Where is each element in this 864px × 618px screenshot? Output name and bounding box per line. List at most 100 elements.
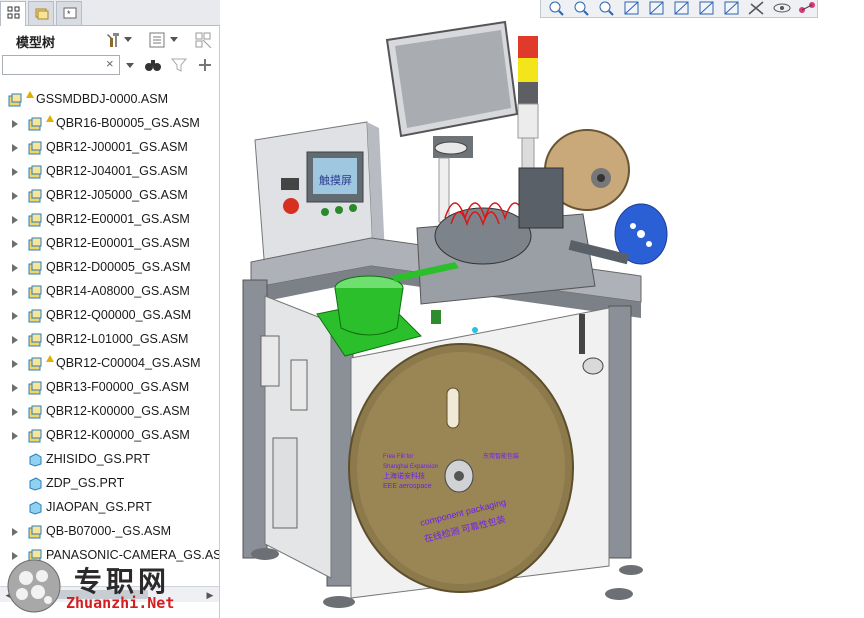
- model-tree-header: 模型树: [0, 28, 220, 54]
- settings-tools-icon[interactable]: [104, 31, 122, 49]
- expand-arrow-icon[interactable]: [12, 312, 18, 320]
- tree-item-label: QBR12-E00001_GS.ASM: [46, 236, 190, 250]
- tree-row[interactable]: QBR12-J04001_GS.ASM: [0, 160, 219, 184]
- assembly-icon: [28, 333, 42, 347]
- add-item-icon[interactable]: [196, 56, 214, 74]
- graphics-viewport[interactable]: 触摸屏 Free Fill for Shanghai Expansion EEE…: [221, 18, 864, 618]
- assembly-icon: [28, 213, 42, 227]
- assembly-icon: [28, 189, 42, 203]
- scroll-right-icon[interactable]: ▶: [203, 589, 217, 601]
- settings-caret-icon[interactable]: [124, 37, 132, 42]
- tree-item-label: QBR12-J00001_GS.ASM: [46, 140, 188, 154]
- tree-row[interactable]: QBR12-C00004_GS.ASM: [0, 352, 219, 376]
- tree-item-label: QBR13-F00000_GS.ASM: [46, 380, 190, 394]
- reel-text-3: Free Fill for: [383, 454, 413, 460]
- expand-arrow-icon[interactable]: [12, 432, 18, 440]
- expand-arrow-icon[interactable]: [12, 240, 18, 248]
- tree-filter-icon[interactable]: [194, 31, 212, 49]
- perspective-icon[interactable]: [720, 0, 744, 17]
- tree-item-label: QBR12-J04001_GS.ASM: [46, 164, 188, 178]
- reel-text-5: EEE aerospace: [383, 483, 432, 490]
- zoom-in-icon[interactable]: [570, 0, 594, 17]
- reel-text-4: Shanghai Expansion: [383, 464, 438, 470]
- refit-icon[interactable]: [545, 0, 569, 17]
- expand-arrow-icon[interactable]: [12, 264, 18, 272]
- tree-row[interactable]: QBR14-A08000_GS.ASM: [0, 280, 219, 304]
- svg-text:*: *: [67, 9, 71, 19]
- show-list-icon[interactable]: [148, 31, 166, 49]
- datum-display-icon[interactable]: [745, 0, 769, 17]
- tree-row[interactable]: ZHISIDO_GS.PRT: [0, 448, 219, 472]
- tree-row[interactable]: QBR12-K00000_GS.ASM: [0, 400, 219, 424]
- tree-item-label: QBR12-K00000_GS.ASM: [46, 428, 190, 442]
- tree-row[interactable]: QBR16-B00005_GS.ASM: [0, 112, 219, 136]
- touchscreen-label: 触摸屏: [319, 173, 352, 187]
- search-history-caret-icon[interactable]: [126, 63, 134, 68]
- annotation-display-icon[interactable]: [770, 0, 794, 17]
- assembly-icon: [28, 525, 42, 539]
- tree-row[interactable]: JIAOPAN_GS.PRT: [0, 496, 219, 520]
- tree-row[interactable]: QB-B07000-_GS.ASM: [0, 520, 219, 544]
- app-window: * 模型树 × GSSMDBDJ-0000.ASM QBR16-B00005_G…: [0, 0, 864, 618]
- expand-arrow-icon[interactable]: [12, 144, 18, 152]
- assembly-icon: [28, 381, 42, 395]
- folder-browser-tab[interactable]: [28, 1, 54, 25]
- tree-row[interactable]: QBR12-J00001_GS.ASM: [0, 136, 219, 160]
- tree-row[interactable]: GSSMDBDJ-0000.ASM: [0, 88, 219, 112]
- expand-arrow-icon[interactable]: [12, 528, 18, 536]
- model-tree-tab[interactable]: [0, 1, 26, 26]
- tree-row[interactable]: QBR12-J05000_GS.ASM: [0, 184, 219, 208]
- favorites-tab[interactable]: *: [56, 1, 82, 25]
- show-caret-icon[interactable]: [170, 37, 178, 42]
- expand-arrow-icon[interactable]: [12, 288, 18, 296]
- assembly-icon: [28, 141, 42, 155]
- tree-item-label: JIAOPAN_GS.PRT: [46, 500, 152, 514]
- tree-search-input[interactable]: [2, 55, 120, 75]
- spin-center-icon[interactable]: [795, 0, 819, 17]
- tree-item-label: QBR14-A08000_GS.ASM: [46, 284, 190, 298]
- tree-row[interactable]: QBR12-Q00000_GS.ASM: [0, 304, 219, 328]
- tree-item-label: QBR12-C00004_GS.ASM: [56, 356, 201, 370]
- tree-row[interactable]: QBR12-D00005_GS.ASM: [0, 256, 219, 280]
- view-manager-icon[interactable]: [645, 0, 669, 17]
- tree-row[interactable]: QBR12-E00001_GS.ASM: [0, 232, 219, 256]
- tree-item-label: QBR12-Q00000_GS.ASM: [46, 308, 192, 322]
- warning-icon: [46, 115, 54, 122]
- tree-row[interactable]: QBR13-F00000_GS.ASM: [0, 376, 219, 400]
- warning-icon: [46, 355, 54, 362]
- tree-item-label: QBR12-D00005_GS.ASM: [46, 260, 191, 274]
- display-style-icon[interactable]: [695, 0, 719, 17]
- assembly-icon: [28, 405, 42, 419]
- expand-arrow-icon[interactable]: [12, 192, 18, 200]
- expand-arrow-icon[interactable]: [12, 168, 18, 176]
- tree-row[interactable]: ZDP_GS.PRT: [0, 472, 219, 496]
- repaint-icon[interactable]: [620, 0, 644, 17]
- navigator-panel: * 模型树 × GSSMDBDJ-0000.ASM QBR16-B00005_G…: [0, 0, 220, 618]
- expand-arrow-icon[interactable]: [12, 384, 18, 392]
- assembly-icon: [28, 285, 42, 299]
- tree-search-row: ×: [0, 54, 220, 78]
- expand-arrow-icon[interactable]: [12, 336, 18, 344]
- tree-row[interactable]: QBR12-K00000_GS.ASM: [0, 424, 219, 448]
- zoom-out-icon[interactable]: [595, 0, 619, 17]
- expand-arrow-icon[interactable]: [12, 120, 18, 128]
- filter-funnel-icon[interactable]: [170, 56, 188, 74]
- tree-row[interactable]: QBR12-L01000_GS.ASM: [0, 328, 219, 352]
- tree-row[interactable]: QBR12-E00001_GS.ASM: [0, 208, 219, 232]
- warning-icon: [26, 91, 34, 98]
- tree-item-label: GSSMDBDJ-0000.ASM: [36, 92, 168, 106]
- graphics-toolbar: [540, 0, 818, 18]
- part-icon: [29, 477, 42, 491]
- expand-arrow-icon[interactable]: [12, 216, 18, 224]
- find-binoculars-icon[interactable]: [144, 56, 162, 74]
- tree-item-label: QBR12-E00001_GS.ASM: [46, 212, 190, 226]
- clear-search-icon[interactable]: ×: [106, 56, 114, 72]
- assembly-icon: [28, 261, 42, 275]
- expand-arrow-icon[interactable]: [12, 408, 18, 416]
- expand-arrow-icon[interactable]: [12, 360, 18, 368]
- saved-views-icon[interactable]: [670, 0, 694, 17]
- large-tape-reel: Free Fill for Shanghai Expansion EEE aer…: [348, 343, 574, 593]
- model-tree-title: 模型树: [16, 35, 56, 50]
- assembly-icon: [28, 165, 42, 179]
- tree-item-label: QBR16-B00005_GS.ASM: [56, 116, 200, 130]
